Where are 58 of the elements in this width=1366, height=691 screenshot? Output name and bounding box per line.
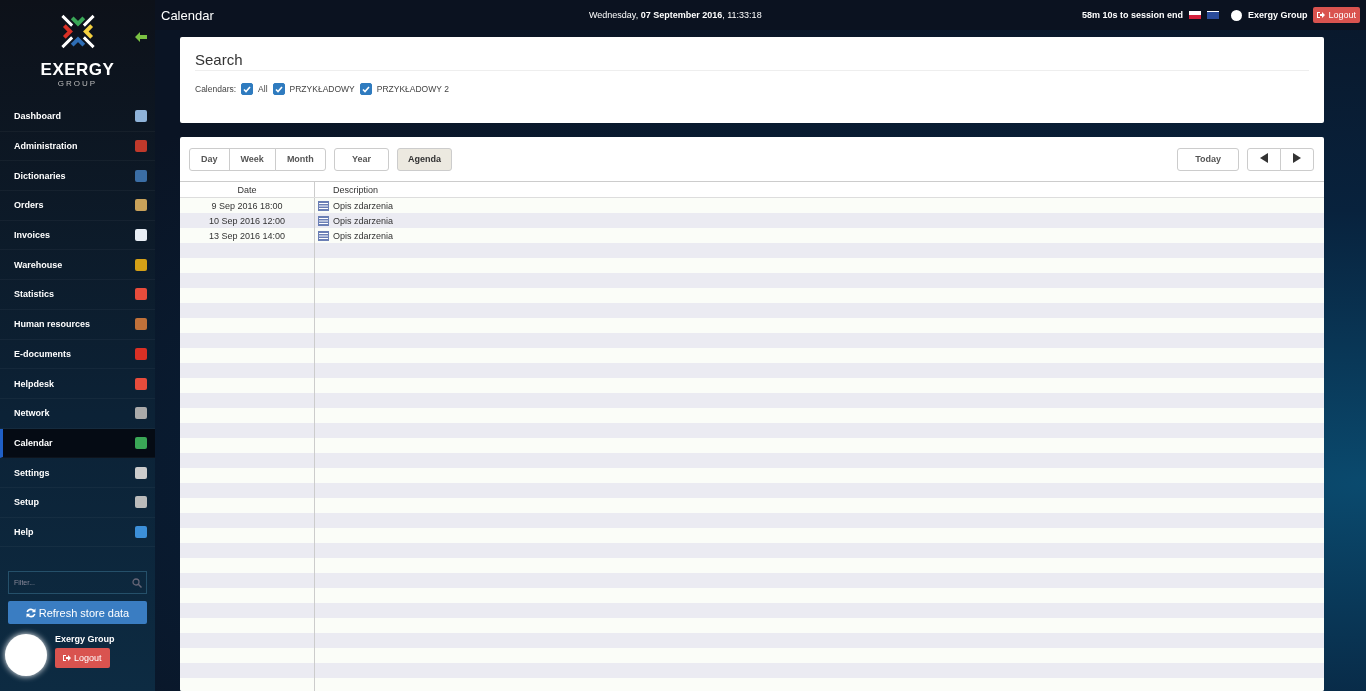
search-icon: [132, 578, 142, 589]
checkbox-label: PRZYKŁADOWY 2: [376, 84, 449, 94]
column-header: Date: [180, 182, 315, 197]
sign-out-icon: [63, 654, 71, 663]
checkbox[interactable]: [241, 83, 254, 95]
checkbox[interactable]: [272, 83, 285, 95]
panel-title: Search: [195, 51, 1309, 71]
view-tab[interactable]: Year: [333, 147, 389, 171]
sidebar-item[interactable]: Help: [0, 517, 155, 548]
flag-icon[interactable]: [1206, 11, 1219, 19]
user-name: Exergy Group: [55, 634, 115, 645]
next-button[interactable]: [1280, 147, 1314, 171]
sidebar-item[interactable]: Dictionaries: [0, 161, 155, 192]
logout-button[interactable]: Logout: [55, 648, 110, 669]
checkbox-label: PRZYKŁADOWY: [289, 84, 355, 94]
triangle-left-icon: [1260, 153, 1268, 163]
user-name: Exergy Group: [1247, 10, 1308, 20]
sidebar-item[interactable]: Setup: [0, 487, 155, 518]
today-button[interactable]: Today: [1177, 147, 1239, 171]
event-link[interactable]: Opis zdarzenia: [333, 215, 394, 226]
arrow-left-icon[interactable]: [135, 32, 147, 42]
view-tab[interactable]: Month: [274, 147, 326, 171]
view-tab[interactable]: Day: [189, 147, 230, 171]
page-title: Calendar: [161, 7, 214, 23]
logo-text: EXERGY: [40, 61, 115, 79]
view-tab[interactable]: Week: [228, 147, 276, 171]
sidebar-item[interactable]: Helpdesk: [0, 369, 155, 399]
sidebar-item[interactable]: Orders: [0, 191, 155, 221]
sign-out-icon: [1317, 11, 1326, 19]
sidebar-item[interactable]: E-documents: [0, 339, 155, 370]
sidebar-item[interactable]: Settings: [0, 458, 155, 488]
triangle-right-icon: [1293, 153, 1301, 163]
event-link[interactable]: Opis zdarzenia: [333, 230, 394, 241]
logo-subtext: GROUP: [57, 79, 98, 88]
previous-button[interactable]: [1247, 147, 1281, 171]
list-icon: [318, 215, 329, 226]
sidebar-item[interactable]: Statistics: [0, 280, 155, 310]
avatar: [5, 634, 47, 677]
sidebar-item[interactable]: Dashboard: [0, 102, 155, 132]
column-header: Description: [332, 183, 380, 197]
sidebar-item[interactable]: Invoices: [0, 220, 155, 251]
sidebar-item[interactable]: Warehouse: [0, 250, 155, 281]
flag-icon[interactable]: [1188, 11, 1201, 19]
session-timer: 58m 10s to session end: [1081, 10, 1183, 20]
event-link[interactable]: Opis zdarzenia: [333, 200, 394, 211]
checkbox-label: All: [258, 84, 268, 94]
field-label: Calendars:: [195, 84, 237, 94]
refresh-button[interactable]: Refresh store data: [8, 601, 147, 625]
view-tab[interactable]: Agenda: [396, 147, 452, 171]
refresh-icon: [25, 607, 36, 618]
date-time: Wednesday, 07 September 2016, 11:33:18: [589, 10, 762, 20]
sidebar-item[interactable]: Administration: [0, 131, 155, 162]
checkbox[interactable]: [359, 83, 372, 95]
sidebar-item[interactable]: Human resources: [0, 309, 155, 340]
sidebar-item[interactable]: Calendar: [0, 428, 155, 459]
sidebar-item[interactable]: Network: [0, 398, 155, 429]
logout-button[interactable]: Logout: [1313, 7, 1360, 23]
avatar: [1230, 9, 1242, 21]
